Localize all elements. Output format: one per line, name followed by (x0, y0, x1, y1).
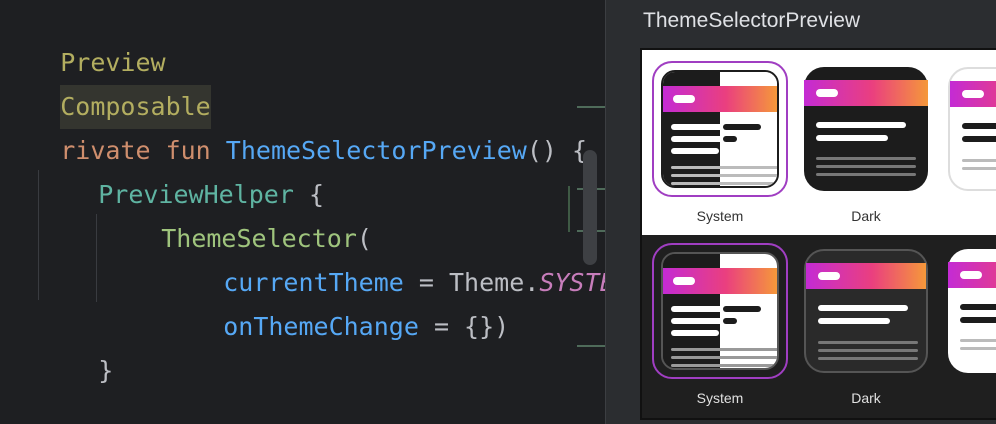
header-pill (673, 95, 695, 103)
theme-option-light[interactable] (948, 249, 996, 373)
divider-line (962, 167, 996, 170)
theme-label-light: L (942, 389, 996, 407)
lambda-close: = {}) (418, 312, 510, 341)
divider-line (816, 173, 916, 176)
theme-option-dark[interactable] (804, 249, 928, 373)
divider-line (671, 174, 777, 177)
theme-label-light: L (942, 207, 996, 225)
divider-line (818, 357, 918, 360)
code-line-8[interactable]: } (38, 305, 113, 385)
code-line-3[interactable]: rivate fun ThemeSelectorPreview() { (0, 85, 587, 165)
indent-guide (96, 214, 97, 302)
text-line (816, 135, 888, 141)
divider-line (818, 341, 918, 344)
text-line (962, 123, 996, 129)
gutter-change-marker (577, 106, 605, 108)
divider-line (960, 339, 996, 342)
theme-label-system: System (696, 390, 744, 406)
compose-preview-panel: ThemeSelectorPreview System Dark System … (605, 0, 996, 424)
header-pill (960, 271, 982, 279)
preview-title: ThemeSelectorPreview (643, 9, 861, 32)
text-line (960, 304, 996, 310)
header-pill (816, 89, 838, 97)
header-pill (673, 277, 695, 285)
text-line (671, 148, 719, 154)
divider-line (671, 348, 777, 351)
brace-close: } (98, 356, 114, 385)
theme-label-dark: Dark (851, 208, 881, 224)
code-editor[interactable]: Preview Composable rivate fun ThemeSelec… (0, 0, 605, 424)
text-line (818, 318, 890, 324)
code-line-5[interactable]: ThemeSelector( (101, 173, 372, 253)
text-line (723, 136, 737, 142)
text-line (723, 306, 761, 312)
code-line-7[interactable]: onThemeChange = {}) (163, 261, 509, 341)
theme-label-dark: Dark (851, 390, 881, 406)
code-line-6[interactable]: currentTheme = Theme.SYSTEM, (163, 217, 605, 297)
param-on-theme-change: onThemeChange (223, 312, 419, 341)
text-line (723, 124, 761, 130)
divider-line (960, 347, 996, 350)
theme-option-dark[interactable] (804, 67, 928, 191)
preview-canvas[interactable]: System Dark L (640, 48, 996, 420)
text-line (671, 330, 719, 336)
theme-option-system[interactable] (652, 61, 788, 197)
theme-label-system: System (696, 208, 744, 224)
divider-line (671, 166, 777, 169)
divider-line (671, 364, 777, 367)
text-line (816, 122, 906, 128)
gutter-change-bar (568, 186, 570, 232)
function-params: () { (526, 136, 588, 165)
system-theme-thumbnail (661, 252, 779, 370)
divider-line (816, 157, 916, 160)
header-pill (818, 272, 840, 280)
system-theme-thumbnail (661, 70, 779, 188)
divider-line (671, 356, 777, 359)
divider-line (816, 165, 916, 168)
text-line (723, 318, 737, 324)
text-line (818, 305, 908, 311)
theme-option-light[interactable] (948, 67, 996, 191)
divider-line (962, 159, 996, 162)
constant-system: SYSTEM (539, 268, 605, 297)
divider-line (818, 349, 918, 352)
divider-line (671, 182, 777, 185)
gutter-change-marker (577, 345, 605, 347)
code-line-4[interactable]: PreviewHelper { (38, 129, 324, 209)
editor-scrollbar[interactable] (583, 150, 597, 265)
code-line-1[interactable]: Preview (0, 0, 165, 77)
text-line (960, 317, 996, 323)
code-line-2[interactable]: Composable (0, 41, 211, 129)
theme-option-system[interactable] (652, 243, 788, 379)
header-pill (962, 90, 984, 98)
light-theme-row: System Dark L (642, 50, 996, 235)
dark-theme-row: System Dark L (642, 235, 996, 418)
text-line (962, 136, 996, 142)
